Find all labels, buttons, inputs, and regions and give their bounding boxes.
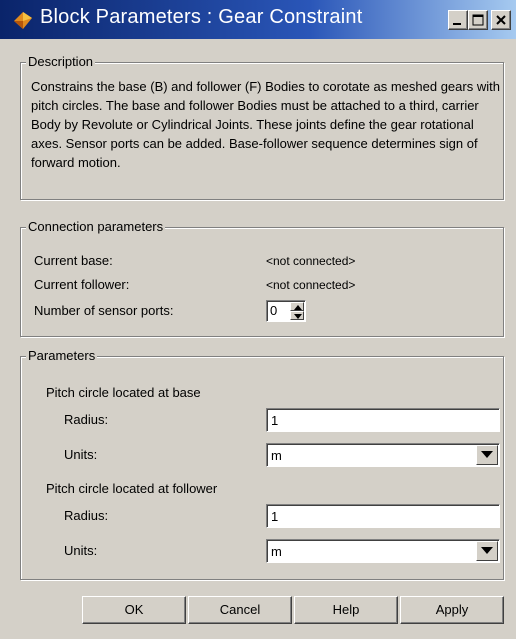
current-base-value: <not connected> <box>266 254 356 268</box>
spin-up-button[interactable] <box>290 302 304 311</box>
spin-down-button[interactable] <box>290 311 304 320</box>
maximize-button[interactable] <box>468 10 488 30</box>
current-follower-label: Current follower: <box>34 277 130 292</box>
base-units-label: Units: <box>64 447 98 462</box>
follower-units-label: Units: <box>64 543 98 558</box>
parameters-legend: Parameters <box>26 348 98 363</box>
chevron-down-icon <box>481 547 493 554</box>
base-units-dropdown-button[interactable] <box>476 445 498 465</box>
cancel-button[interactable]: Cancel <box>188 596 292 624</box>
follower-radius-label: Radius: <box>64 508 109 523</box>
minimize-icon <box>453 23 461 25</box>
follower-units-select[interactable]: m <box>266 539 500 563</box>
follower-radius-input[interactable]: 1 <box>266 504 500 528</box>
current-base-label: Current base: <box>34 253 113 268</box>
sensor-ports-value[interactable]: 0 <box>270 303 277 318</box>
follower-units-value: m <box>271 544 282 559</box>
base-units-select[interactable]: m <box>266 443 500 467</box>
connection-parameters-legend: Connection parameters <box>26 219 166 234</box>
description-group: Description Constrains the base (B) and … <box>20 54 504 200</box>
help-button[interactable]: Help <box>294 596 398 624</box>
follower-pitch-heading: Pitch circle located at follower <box>46 481 218 496</box>
close-icon <box>496 15 506 25</box>
base-units-value: m <box>271 448 282 463</box>
base-pitch-heading: Pitch circle located at base <box>46 385 201 400</box>
base-radius-input[interactable]: 1 <box>266 408 500 432</box>
minimize-button[interactable] <box>448 10 468 30</box>
maximize-icon <box>472 14 484 26</box>
current-follower-value: <not connected> <box>266 278 356 292</box>
chevron-down-icon <box>481 451 493 458</box>
description-legend: Description <box>26 54 96 69</box>
arrow-down-icon <box>294 314 302 319</box>
apply-button[interactable]: Apply <box>400 596 504 624</box>
description-text: Constrains the base (B) and follower (F)… <box>31 79 500 170</box>
title-bar[interactable]: Block Parameters : Gear Constraint <box>0 0 516 39</box>
sensor-ports-spinner[interactable]: 0 <box>266 300 306 322</box>
follower-units-dropdown-button[interactable] <box>476 541 498 561</box>
ok-button[interactable]: OK <box>82 596 186 624</box>
arrow-up-icon <box>294 305 302 310</box>
simulink-block-icon <box>12 9 34 31</box>
close-button[interactable] <box>491 10 511 30</box>
window-title: Block Parameters : Gear Constraint <box>40 6 363 28</box>
base-radius-label: Radius: <box>64 412 109 427</box>
sensor-ports-label: Number of sensor ports: <box>34 303 174 318</box>
